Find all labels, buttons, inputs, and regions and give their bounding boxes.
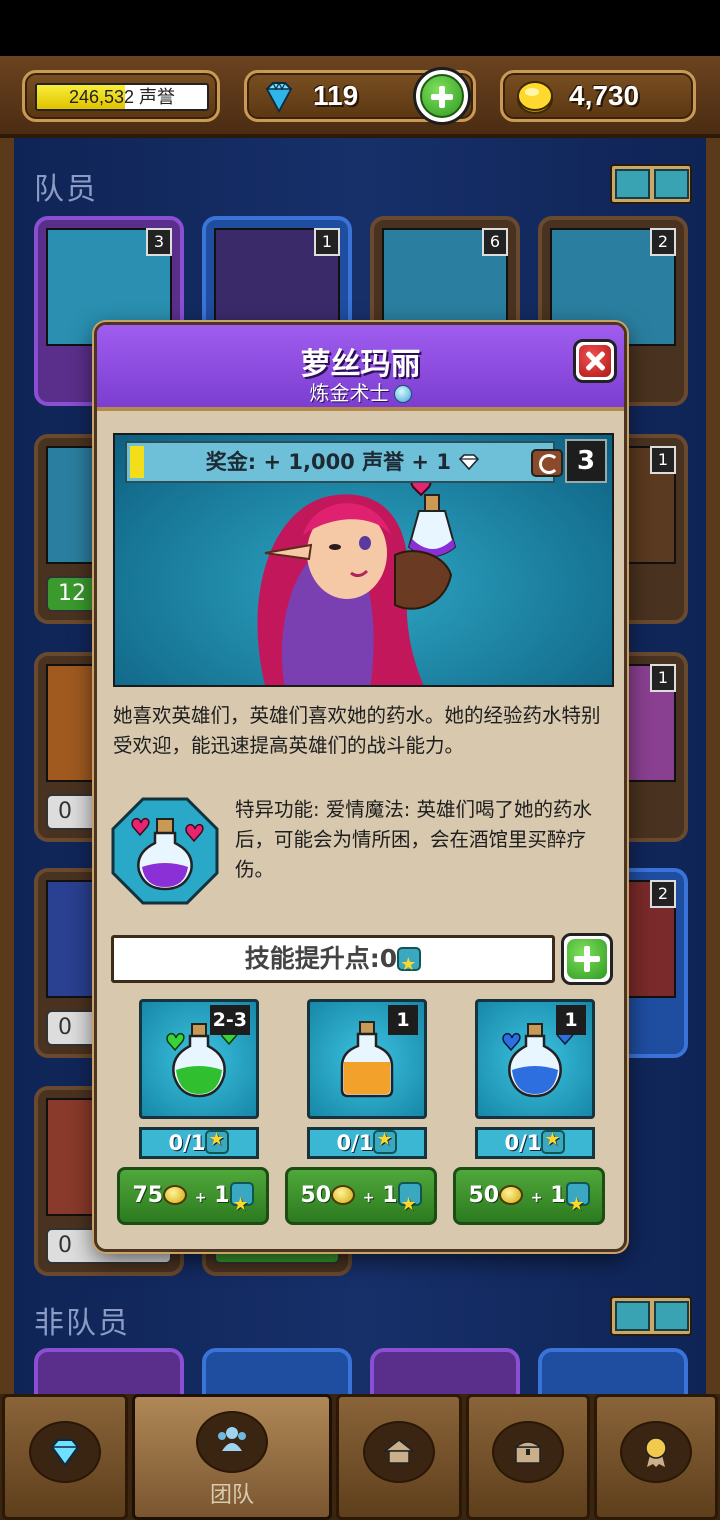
gold-panel: 4,730	[500, 70, 696, 122]
town-icon	[382, 1439, 416, 1464]
hero-level: 1	[650, 446, 676, 474]
nav-inventory[interactable]	[466, 1394, 590, 1520]
refresh-bonus-button[interactable]	[531, 449, 563, 477]
nav-achievements[interactable]	[594, 1394, 718, 1520]
sort-home-icon[interactable]	[615, 1301, 650, 1331]
hero-level: 6	[482, 228, 508, 256]
skill-tile[interactable]: 2-3	[139, 999, 259, 1119]
skill-cost: 50	[468, 1183, 500, 1208]
skill-points-label: 技能提升点:0	[244, 944, 398, 973]
class-orb-icon	[393, 385, 412, 403]
members-title: 队员	[34, 172, 98, 207]
skill-progress-label: 0/1	[168, 1131, 206, 1155]
gems-count: 119	[313, 80, 359, 111]
hero-level: 2	[650, 880, 676, 908]
gold-coin-icon	[499, 1185, 524, 1205]
skill-star-icon	[397, 1179, 422, 1231]
skill-star-icon	[397, 944, 422, 986]
upgrade-skill-button[interactable]: 50 + 1	[453, 1167, 605, 1231]
skill-star-icon	[373, 1127, 398, 1154]
skill-progress: 0/1	[307, 1127, 427, 1159]
skill-cost: 75	[132, 1183, 164, 1208]
chest-icon	[513, 1441, 543, 1464]
skill-star-icon	[565, 1179, 590, 1231]
gold-coin-icon	[517, 81, 553, 114]
skill-tier-tag: 2-3	[209, 1005, 250, 1035]
skill-tile[interactable]: 1	[475, 999, 595, 1119]
reputation-text: 246,532 声誉	[68, 87, 176, 107]
skill-tier-tag: 1	[388, 1005, 418, 1035]
potion-liquid	[344, 1062, 390, 1094]
medal-icon	[645, 1437, 667, 1467]
status-bar	[0, 0, 720, 56]
bonus-bar: 奖金: + 1,000 声誉 + 1	[125, 441, 563, 483]
sort-star-icon[interactable]	[654, 1301, 689, 1331]
skill-star-icon	[205, 1127, 230, 1154]
gold-coin-icon	[163, 1185, 188, 1205]
hero-level: 1	[314, 228, 340, 256]
hero-level-badge: 3	[565, 439, 607, 483]
gold-coin-icon	[331, 1185, 356, 1205]
skill-progress: 0/1	[139, 1127, 259, 1159]
sort-home-icon[interactable]	[615, 169, 650, 199]
gold-count: 4,730	[569, 80, 640, 111]
bonus-text: 奖金: + 1,000 声誉 + 1	[163, 443, 523, 481]
hero-class: 炼金术士	[97, 377, 624, 406]
bonus-progress-fill	[130, 446, 144, 478]
skill-cost: 50	[300, 1183, 332, 1208]
hero-detail-dialog: 萝丝玛丽 炼金术士 奖金: + 1,000 声誉 + 1 3 她喜欢英雄们，英雄…	[94, 322, 627, 1252]
close-button[interactable]	[573, 339, 617, 383]
close-icon	[579, 345, 611, 377]
nav-shop[interactable]	[2, 1394, 128, 1520]
skill-points-bar: 技能提升点:0	[111, 935, 555, 986]
skill-star-cost: 1	[214, 1183, 230, 1208]
skill-star-icon	[541, 1127, 566, 1154]
love-potion-icon	[111, 797, 219, 905]
hero-level: 2	[650, 228, 676, 256]
sort-star-icon[interactable]	[654, 169, 689, 199]
skill-star-cost: 1	[550, 1183, 566, 1208]
skill-progress-label: 0/1	[504, 1131, 542, 1155]
upgrade-skill-button[interactable]: 50 + 1	[285, 1167, 437, 1231]
reputation-bar: 246,532 声誉	[35, 83, 209, 111]
gem-icon	[459, 454, 480, 471]
buy-gems-button[interactable]	[413, 67, 471, 125]
bottom-navigation: 团队	[0, 1394, 720, 1520]
non-members-sort-buttons	[610, 1296, 692, 1336]
hero-level: 3	[146, 228, 172, 256]
skill-star-icon	[229, 1179, 254, 1231]
hero-description: 她喜欢英雄们，英雄们喜欢她的药水。她的经验药水特别受欢迎，能迅速提高英雄们的战斗…	[113, 704, 601, 757]
team-icon	[218, 1427, 246, 1451]
upgrade-skill-button[interactable]: 75 + 1	[117, 1167, 269, 1231]
members-sort-buttons	[610, 164, 692, 204]
nav-town[interactable]	[336, 1394, 462, 1520]
skill-progress-label: 0/1	[336, 1131, 374, 1155]
resource-bar: 246,532 声誉 119 4,730	[0, 56, 720, 138]
hero-portrait-large: 奖金: + 1,000 声誉 + 1 3	[113, 433, 614, 687]
gem-icon	[50, 1439, 80, 1467]
skill-tier-tag: 1	[556, 1005, 586, 1035]
add-skill-points-button[interactable]	[561, 933, 613, 985]
gem-icon	[265, 81, 293, 114]
skill-star-cost: 1	[382, 1183, 398, 1208]
hero-level: 1	[650, 664, 676, 692]
nav-team[interactable]: 团队	[132, 1394, 332, 1520]
skill-tile[interactable]: 1	[307, 999, 427, 1119]
gems-panel[interactable]: 119	[244, 67, 476, 125]
hero-class-label: 炼金术士	[309, 381, 390, 405]
nav-team-label: 团队	[209, 1483, 254, 1508]
skill-progress: 0/1	[475, 1127, 595, 1159]
dialog-header: 萝丝玛丽 炼金术士	[97, 325, 624, 411]
hero-ability-text: 特异功能: 爱情魔法: 英雄们喝了她的药水后，可能会为情所困，会在酒馆里买醉疗伤…	[235, 798, 593, 881]
non-members-title: 非队员	[34, 1306, 130, 1341]
bonus-label: 奖金: + 1,000 声誉 + 1	[205, 450, 451, 474]
reputation-panel: 246,532 声誉	[22, 70, 220, 122]
